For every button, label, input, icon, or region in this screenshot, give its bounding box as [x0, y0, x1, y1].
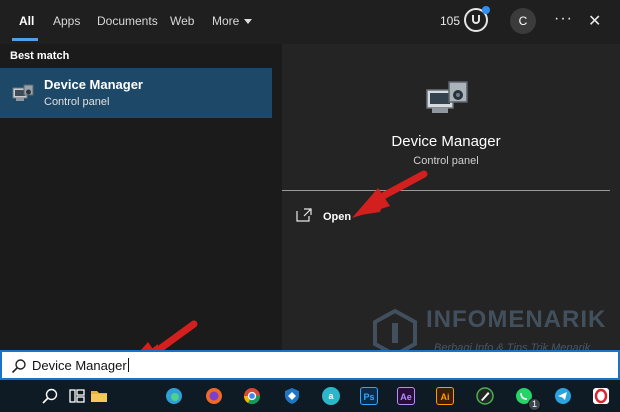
photoshop-icon[interactable]: Ps [360, 387, 378, 405]
watermark-title: INFOMENARIK [426, 306, 607, 333]
more-options-button[interactable]: ··· [554, 10, 573, 28]
search-top-bar: All Apps Documents Web More 105 C ··· ✕ [0, 0, 620, 44]
notification-dot [482, 6, 490, 14]
rewards-points: 105 [440, 14, 461, 28]
amazon-icon[interactable]: a [322, 387, 340, 405]
search-input[interactable]: Device Manager [32, 358, 129, 373]
taskbar: a Ps Ae Ai 1 [0, 380, 620, 412]
device-manager-large-icon [426, 81, 468, 113]
taskbar-search-icon[interactable] [41, 387, 59, 405]
tab-web[interactable]: Web [170, 14, 194, 28]
chrome-icon[interactable] [243, 387, 261, 405]
device-manager-icon [12, 84, 34, 101]
tab-documents[interactable]: Documents [97, 14, 158, 28]
preview-title: Device Manager [391, 133, 501, 150]
search-box[interactable]: Device Manager [0, 350, 620, 380]
search-input-value: Device Manager [32, 358, 127, 373]
task-view-icon[interactable] [68, 387, 86, 405]
notification-badge: 1 [528, 398, 541, 411]
text-cursor [127, 358, 129, 372]
pen-app-icon[interactable] [476, 387, 494, 405]
firefox-icon[interactable] [205, 387, 223, 405]
opera-icon[interactable] [592, 387, 610, 405]
active-tab-indicator [12, 38, 38, 41]
avatar[interactable]: C [510, 8, 536, 34]
trophy-icon[interactable] [464, 6, 490, 32]
result-device-manager[interactable]: Device Manager Control panel [0, 68, 272, 118]
close-button[interactable]: ✕ [588, 11, 601, 31]
result-title: Device Manager [44, 77, 143, 92]
best-match-heading: Best match [10, 50, 70, 62]
tab-all[interactable]: All [19, 14, 34, 28]
tab-more[interactable]: More [212, 14, 253, 28]
shield-app-icon[interactable] [283, 387, 301, 405]
preview-subtitle: Control panel [413, 155, 479, 167]
results-list: Best match Device Manager Control panel [0, 44, 272, 350]
tab-more-label: More [212, 14, 240, 28]
tab-apps[interactable]: Apps [53, 14, 80, 28]
illustrator-icon[interactable]: Ai [436, 387, 454, 405]
result-subtitle: Control panel [44, 96, 110, 108]
edge-icon[interactable] [165, 387, 183, 405]
telegram-icon[interactable] [554, 387, 572, 405]
annotation-arrow-open [352, 170, 428, 218]
chevron-down-icon [244, 19, 253, 25]
open-icon [296, 208, 312, 222]
after-effects-icon[interactable]: Ae [397, 387, 415, 405]
search-icon [11, 359, 26, 374]
file-explorer-icon[interactable] [90, 387, 108, 405]
